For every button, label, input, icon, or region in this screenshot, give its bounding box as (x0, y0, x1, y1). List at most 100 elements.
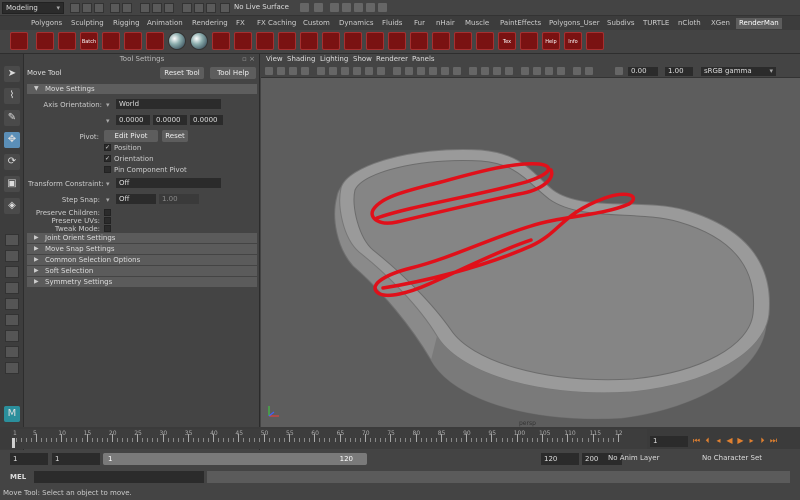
preserve-uvs-checkbox[interactable] (104, 217, 111, 224)
end-time-field[interactable]: 120 (541, 453, 579, 465)
layout-single-icon[interactable] (5, 234, 19, 246)
textured-icon[interactable] (429, 67, 437, 75)
curve-icon[interactable] (520, 32, 538, 50)
select-tool-icon[interactable]: ➤ (4, 66, 20, 82)
snap-point-icon[interactable] (206, 3, 216, 13)
sphere-material-icon[interactable] (168, 32, 186, 50)
shelf-tab-sculpting[interactable]: Sculpting (68, 18, 107, 29)
xray-components-icon[interactable] (557, 67, 565, 75)
live-surface-label[interactable]: No Live Surface (234, 3, 289, 11)
gate-mask-icon[interactable] (353, 67, 361, 75)
move-tool-icon[interactable]: ✥ (4, 132, 20, 148)
camera-select-icon[interactable] (265, 67, 273, 75)
layout-outliner-icon[interactable] (5, 330, 19, 342)
pin-component-pivot-checkbox[interactable] (104, 166, 111, 173)
field-chart-icon[interactable] (365, 67, 373, 75)
select-object-icon[interactable] (152, 3, 162, 13)
chevron-down-icon[interactable]: ▾ (106, 196, 110, 204)
mel-input[interactable] (34, 471, 204, 483)
shelf-tab-renderman[interactable]: RenderMan (736, 18, 782, 29)
shelf-tab-fx[interactable]: FX (233, 18, 248, 29)
batch-render-icon[interactable]: Batch (80, 32, 98, 50)
color-space-select[interactable]: sRGB gamma ▾ (701, 67, 776, 76)
select-hierarchy-icon[interactable] (140, 3, 150, 13)
help-icon[interactable]: Help (542, 32, 560, 50)
cube-icon[interactable] (476, 32, 494, 50)
lights-icon[interactable] (441, 67, 449, 75)
step-snap-amount-field[interactable]: 1.00 (159, 194, 199, 204)
play-forward-icon[interactable]: ▶ (736, 436, 745, 446)
environment-light-icon[interactable] (300, 32, 318, 50)
offset-y-field[interactable]: 0.0000 (153, 115, 187, 125)
menu-shading[interactable]: Shading (287, 55, 315, 63)
menu-lighting[interactable]: Lighting (320, 55, 348, 63)
wireframe-icon[interactable] (393, 67, 401, 75)
shelf-tab-animation[interactable]: Animation (144, 18, 186, 29)
shadows-icon[interactable] (453, 67, 461, 75)
resolution-gate-icon[interactable] (341, 67, 349, 75)
scale-tool-icon[interactable]: ▣ (4, 176, 20, 192)
preserve-children-checkbox[interactable] (104, 209, 111, 216)
isolate-select-icon[interactable] (521, 67, 529, 75)
image-plane-icon[interactable] (301, 67, 309, 75)
sphere-shader-icon[interactable] (190, 32, 208, 50)
ipr-icon[interactable] (102, 32, 120, 50)
go-to-end-icon[interactable]: ⏭ (769, 436, 778, 446)
offset-x-field[interactable]: 0.0000 (116, 115, 150, 125)
redo-icon[interactable] (122, 3, 132, 13)
texture-icon[interactable]: Tex (498, 32, 516, 50)
layout-two-icon[interactable] (5, 266, 19, 278)
ambient-occlusion-icon[interactable] (469, 67, 477, 75)
grid-icon[interactable] (317, 67, 325, 75)
construction-history-icon[interactable] (314, 3, 323, 12)
last-tool-icon[interactable]: ◈ (4, 198, 20, 214)
paint-select-icon[interactable]: ✎ (4, 110, 20, 126)
ipr-render-icon[interactable] (354, 3, 363, 12)
shelf-tab-subdivs[interactable]: Subdivs (604, 18, 638, 29)
layout-hypershade-icon[interactable] (5, 314, 19, 326)
render-current-icon[interactable] (342, 3, 351, 12)
anti-aliasing-icon[interactable] (493, 67, 501, 75)
transform-constraint-field[interactable]: Off (116, 178, 221, 188)
step-back-frame-icon[interactable]: ◂ (714, 436, 723, 446)
sun-light-icon[interactable] (256, 32, 274, 50)
close-icon[interactable]: ▫ × (242, 55, 255, 63)
shelf-tab-muscle[interactable]: Muscle (462, 18, 492, 29)
lights-group-icon[interactable] (410, 32, 428, 50)
character-set-select[interactable]: No Character Set (702, 454, 762, 462)
lasso-tool-icon[interactable]: ⌇ (4, 88, 20, 104)
xray-icon[interactable] (533, 67, 541, 75)
move-settings-frame[interactable]: ▼ Move Settings (27, 84, 257, 94)
snap-grid-icon[interactable] (182, 3, 192, 13)
tool-help-button[interactable]: Tool Help (210, 67, 256, 79)
magnet-icon[interactable] (220, 3, 230, 13)
reset-tool-button[interactable]: Reset Tool (160, 67, 204, 79)
chevron-down-icon[interactable]: ▾ (106, 117, 110, 125)
xray-joints-icon[interactable] (545, 67, 553, 75)
open-scene-icon[interactable] (82, 3, 92, 13)
swatch-icon[interactable] (388, 32, 406, 50)
area-light-icon[interactable] (278, 32, 296, 50)
smooth-shade-icon[interactable] (405, 67, 413, 75)
bookmark-icon[interactable] (289, 67, 297, 75)
layout-custom-icon[interactable] (5, 362, 19, 374)
render-view-icon[interactable] (330, 3, 339, 12)
go-to-start-icon[interactable]: ⏮ (692, 436, 701, 446)
glass-shader-icon[interactable] (212, 32, 230, 50)
isolate-icon[interactable] (573, 67, 581, 75)
menu-show[interactable]: Show (353, 55, 372, 63)
save-scene-icon[interactable] (94, 3, 104, 13)
shelf-tab-custom[interactable]: Custom (300, 18, 333, 29)
start-time-field[interactable]: 1 (10, 453, 48, 465)
move-snap-settings-frame[interactable]: ▶ Move Snap Settings (27, 244, 257, 254)
anim-layer-select[interactable]: No Anim Layer (608, 454, 659, 462)
info-icon[interactable]: Info (564, 32, 582, 50)
shelf-settings-icon[interactable] (10, 32, 28, 50)
timeline-ticks[interactable]: 1 5 10 15 20 25 30 35 40 45 50 55 60 65 70 75 80 85 90 95 1… (11, 429, 647, 449)
gamma-field[interactable]: 1.00 (665, 67, 693, 76)
edit-pivot-button[interactable]: Edit Pivot (104, 130, 158, 142)
motion-blur-icon[interactable] (481, 67, 489, 75)
step-forward-key-icon[interactable]: ⏵ (758, 436, 767, 446)
layout-persp-outliner-icon[interactable] (5, 282, 19, 294)
chevron-down-icon[interactable]: ▾ (106, 101, 110, 109)
